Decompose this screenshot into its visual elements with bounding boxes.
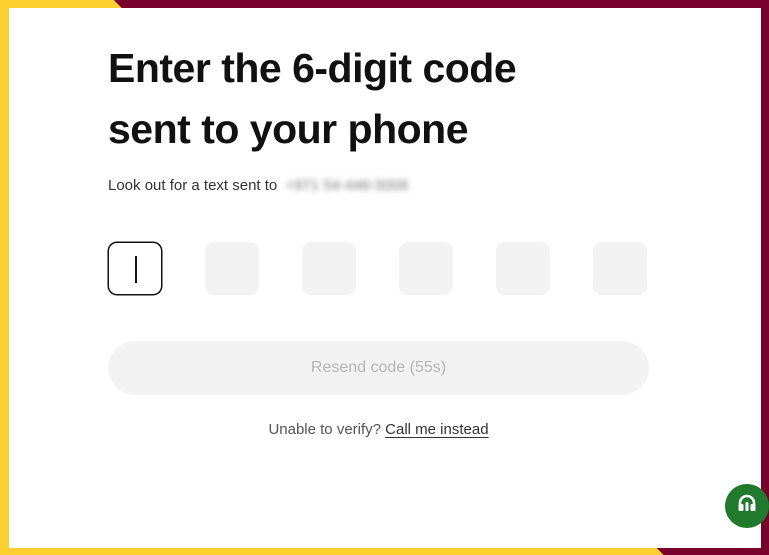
masked-phone-number: +971 54-446-5006	[285, 177, 409, 194]
page-title-line-1: Enter the 6-digit code	[108, 45, 517, 91]
subtitle: Look out for a text sent to +971 54-446-…	[108, 177, 649, 194]
alternate-verification: Unable to verify? Call me instead	[108, 421, 649, 438]
code-input-group	[108, 242, 649, 295]
resend-code-button[interactable]: Resend code (55s)	[108, 341, 649, 395]
page-title: Enter the 6-digit code sent to your phon…	[108, 38, 649, 160]
code-digit-4[interactable]	[399, 242, 453, 295]
code-digit-3[interactable]	[302, 242, 356, 295]
verification-card: Enter the 6-digit code sent to your phon…	[9, 8, 761, 548]
page-title-line-2: sent to your phone	[108, 106, 469, 152]
code-digit-2[interactable]	[205, 242, 259, 295]
alternate-prompt: Unable to verify?	[268, 421, 381, 438]
verification-content: Enter the 6-digit code sent to your phon…	[108, 38, 649, 438]
text-caret	[135, 256, 137, 283]
call-me-instead-link[interactable]: Call me instead	[385, 421, 488, 438]
support-chat-button[interactable]	[725, 484, 769, 528]
code-digit-5[interactable]	[496, 242, 550, 295]
headset-icon	[735, 492, 759, 521]
code-digit-6[interactable]	[593, 242, 647, 295]
code-digit-1[interactable]	[108, 242, 162, 295]
subtitle-text: Look out for a text sent to	[108, 177, 278, 194]
